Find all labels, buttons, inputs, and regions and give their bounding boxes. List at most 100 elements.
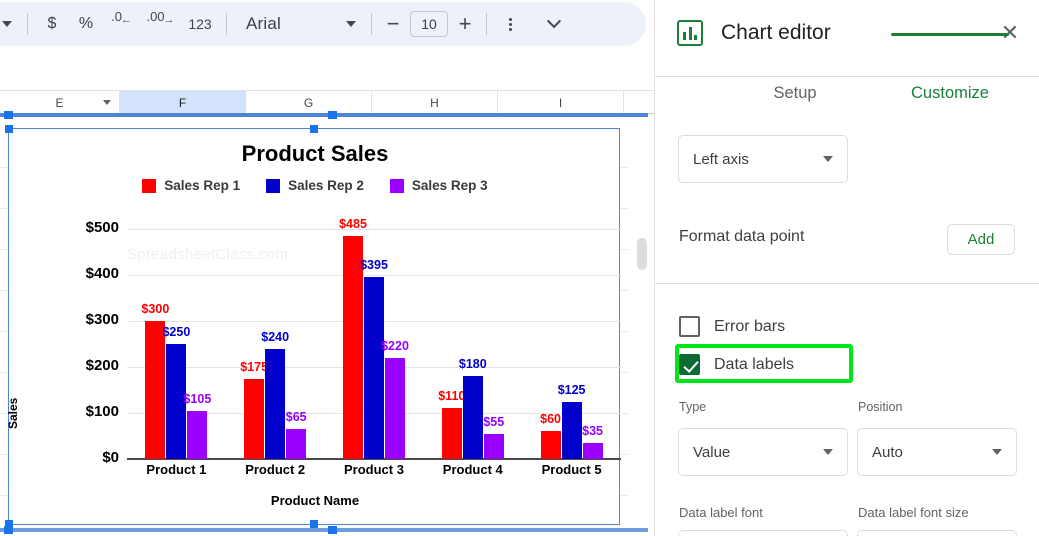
chart-resize-handle[interactable] <box>310 125 318 133</box>
panel-title: Chart editor <box>721 21 831 44</box>
vertical-scrollbar-thumb[interactable] <box>637 238 647 270</box>
chart-plot: Product Sales Sales Rep 1 Sales Rep 2 Sale… <box>6 129 621 526</box>
toolbar-divider <box>371 13 372 35</box>
data-label-font-size-label: Data label font size <box>858 505 969 520</box>
bar[interactable] <box>483 433 504 459</box>
column-header-f[interactable]: F <box>120 91 246 114</box>
column-header-label: H <box>430 95 439 110</box>
decrease-decimal-button[interactable]: .0 ← <box>103 9 141 39</box>
column-header-i[interactable]: I <box>498 91 624 114</box>
x-axis-category-label: Product 3 <box>344 462 404 477</box>
data-label-font-label: Data label font <box>679 505 763 520</box>
percent-format-button[interactable]: % <box>69 9 103 39</box>
data-label: $35 <box>582 423 604 438</box>
selection-handle[interactable] <box>4 526 13 534</box>
axis-select[interactable]: Left axis <box>678 135 848 183</box>
column-header-e[interactable]: E <box>0 91 120 114</box>
bar[interactable] <box>582 442 603 459</box>
more-options-button[interactable] <box>494 9 526 39</box>
type-select[interactable]: Value <box>678 428 848 476</box>
increase-decimal-button[interactable]: .00 → <box>141 9 181 39</box>
data-label: $65 <box>285 410 307 425</box>
spreadsheet-toolbar: $ % .0 ← .00 → 123 Arial − 10 + <box>0 2 646 46</box>
x-axis-category-label: Product 5 <box>541 462 602 477</box>
chart-icon <box>677 20 703 46</box>
column-menu-caret-icon[interactable] <box>103 100 111 105</box>
x-axis-title: Product Name <box>270 493 360 508</box>
position-field-label: Position <box>858 400 903 414</box>
data-label: $55 <box>483 414 505 429</box>
data-label: $250 <box>162 325 191 339</box>
font-size-input[interactable]: 10 <box>410 11 448 37</box>
bar[interactable] <box>286 429 307 459</box>
data-label-font-size-select[interactable] <box>857 530 1017 536</box>
data-label: $395 <box>360 258 388 273</box>
caret-down-icon <box>992 449 1002 455</box>
toolbar-divider <box>27 13 28 35</box>
data-label: $240 <box>261 329 290 344</box>
x-axis-category-label: Product 4 <box>442 462 503 477</box>
bar[interactable] <box>145 321 166 459</box>
tab-setup[interactable]: Setup <box>705 84 885 103</box>
font-family-select[interactable]: Arial <box>234 9 338 39</box>
font-family-caret-icon[interactable] <box>338 9 364 39</box>
column-header-label: I <box>558 95 563 110</box>
chart-object[interactable]: Product Sales Sales Rep 1 Sales Rep 2 Sale… <box>5 125 621 528</box>
toolbar-overflow-caret-icon[interactable] <box>0 9 20 39</box>
position-select[interactable]: Auto <box>857 428 1017 476</box>
column-header-label: E <box>55 95 64 110</box>
column-header-h[interactable]: H <box>372 91 498 114</box>
toolbar-divider <box>486 13 487 35</box>
selection-handle[interactable] <box>328 526 337 534</box>
bar[interactable] <box>187 410 208 459</box>
tab-customize[interactable]: Customize <box>860 84 1039 103</box>
spreadsheet-area: $ % .0 ← .00 → 123 Arial − 10 + E F G H … <box>0 0 654 536</box>
collapse-toolbar-button[interactable] <box>526 9 582 39</box>
decrease-font-size-button[interactable]: − <box>379 9 407 39</box>
chart-editor-panel: Chart editor ✕ Setup Customize Left axis… <box>654 0 1039 536</box>
column-header-g[interactable]: G <box>246 91 372 114</box>
bar[interactable] <box>364 277 384 459</box>
caret-down-icon <box>823 156 833 162</box>
bar[interactable] <box>265 348 286 459</box>
x-axis-category-label: Product 1 <box>146 462 207 477</box>
checkbox-icon[interactable] <box>679 316 700 337</box>
data-label: $300 <box>141 302 170 316</box>
currency-format-button[interactable]: $ <box>35 9 69 39</box>
font-size-input-wrap[interactable]: 10 <box>407 9 451 39</box>
data-label: $485 <box>339 216 367 231</box>
data-label: $125 <box>557 382 586 397</box>
checkbox-error-bars[interactable]: Error bars <box>679 316 785 337</box>
chart-resize-handle[interactable] <box>5 125 13 133</box>
chart-resize-handle[interactable] <box>310 520 318 528</box>
caret-down-icon <box>2 21 12 27</box>
sheet-grid: Product Sales Sales Rep 1 Sales Rep 2 Sale… <box>0 114 654 536</box>
bar[interactable] <box>244 378 265 459</box>
chart-bars: $300 $250 $105 $175 $240 $65 $485 $395 $220 $110 $… <box>9 129 621 459</box>
add-data-point-button[interactable]: Add <box>947 224 1015 255</box>
column-header-label: G <box>303 95 314 110</box>
type-field-label: Type <box>679 400 707 414</box>
increase-font-size-button[interactable]: + <box>451 9 479 39</box>
highlight-box <box>675 344 853 383</box>
divider <box>655 76 1039 77</box>
kebab-menu-icon <box>508 17 512 31</box>
selection-handle[interactable] <box>4 111 13 119</box>
editor-tabs: Setup Customize <box>655 84 1039 124</box>
bar[interactable] <box>441 408 462 459</box>
horizontal-scrollbar[interactable] <box>0 528 648 532</box>
column-headers: E F G H I <box>0 90 654 114</box>
chevron-down-icon <box>546 14 562 29</box>
data-label: $180 <box>458 357 487 372</box>
toolbar-divider <box>226 13 227 35</box>
bar[interactable] <box>540 431 561 459</box>
selection-top-bar <box>0 113 648 117</box>
data-label: $220 <box>381 338 409 353</box>
format-data-point-label: Format data point <box>679 228 805 245</box>
more-formats-button[interactable]: 123 <box>181 9 219 39</box>
selection-handle[interactable] <box>328 111 337 119</box>
bar[interactable] <box>385 357 405 459</box>
vertical-scrollbar[interactable] <box>636 230 648 536</box>
data-label-font-select[interactable] <box>678 530 848 536</box>
divider <box>655 283 1039 284</box>
